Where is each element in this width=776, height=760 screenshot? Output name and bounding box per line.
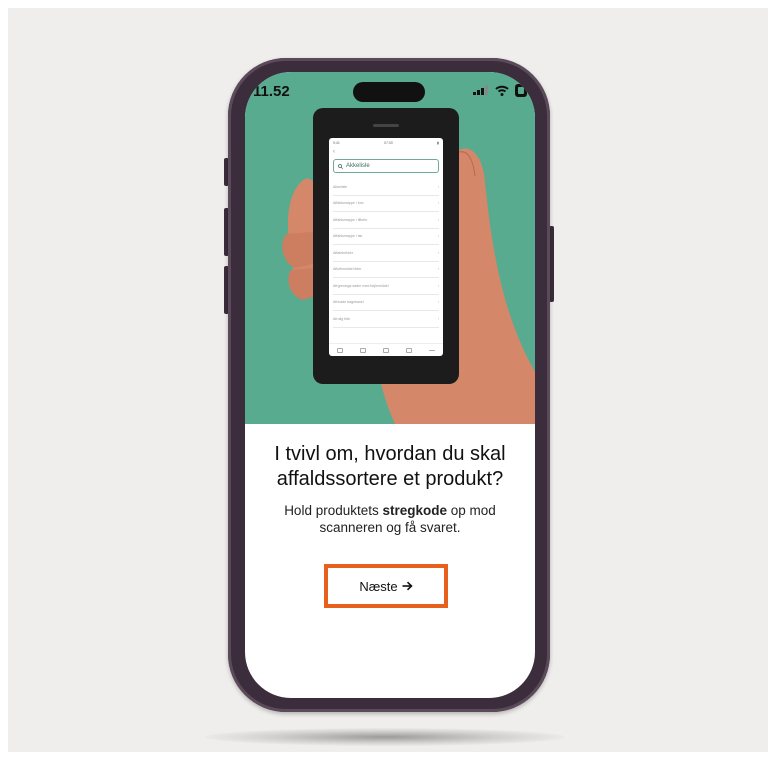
- next-button-label: Næste: [359, 578, 398, 594]
- mini-list-item: Afrivade bagekavel ›: [333, 295, 439, 311]
- mini-tab-bar: [329, 343, 443, 356]
- mini-status-bar: 9:41 07:00 ▮: [329, 138, 443, 147]
- mini-battery-icon: ▮: [437, 141, 439, 145]
- phone-shadow: [205, 728, 565, 746]
- mini-tab-scan-icon: [382, 347, 389, 353]
- mini-status-center: 07:00: [384, 141, 393, 145]
- onboarding-content: I tvivl om, hvordan du skal affaldssorte…: [245, 424, 535, 608]
- mini-tab-home-icon: [337, 347, 344, 353]
- cellular-signal-icon: [473, 85, 488, 95]
- dynamic-island: [353, 82, 425, 102]
- mini-back-chevron-icon: ‹: [333, 149, 335, 155]
- mini-chevron-icon: ›: [437, 201, 439, 206]
- onboarding-headline: I tvivl om, hvordan du skal affaldssorte…: [274, 443, 506, 490]
- next-button[interactable]: Næste: [324, 564, 448, 608]
- mini-tab-more-icon: [428, 349, 435, 351]
- status-icons: [473, 83, 527, 97]
- mini-list-item: Affaldsmappe i box ›: [333, 196, 439, 212]
- mini-tab-search-icon: [360, 347, 367, 353]
- mini-search-text: Akkelisle: [346, 163, 370, 169]
- mini-chevron-icon: ›: [437, 250, 439, 255]
- mini-list-item: Affaldsmappe i tilbehr ›: [333, 212, 439, 229]
- barcode-emphasis: stregkode: [382, 503, 448, 518]
- illustration-hero: 11.52 9:41 07:00 ▮ ‹ Akkelisle Akkelisle…: [245, 72, 535, 424]
- mini-chevron-icon: ›: [437, 184, 439, 189]
- phone-screen: 11.52 9:41 07:00 ▮ ‹ Akkelisle Akkelisle…: [245, 72, 535, 698]
- mini-chevron-icon: ›: [437, 300, 439, 305]
- status-bar: 11.52: [245, 72, 535, 112]
- mini-list-item: Akkelisle ›: [333, 179, 439, 196]
- mini-search-field: Akkelisle: [333, 159, 439, 173]
- mini-chevron-icon: ›: [437, 283, 439, 288]
- mini-chevron-icon: ›: [437, 316, 439, 321]
- mini-list-item: Affaldsmappe i tsk ›: [333, 229, 439, 245]
- arrow-right-icon: [402, 581, 413, 591]
- battery-icon: [515, 84, 527, 97]
- mini-list-item: Aftalebrikker ›: [333, 245, 439, 262]
- mini-list-item: Afrulig tide ›: [333, 311, 439, 328]
- mini-chevron-icon: ›: [437, 217, 439, 222]
- illustrated-phone-speaker: [373, 124, 399, 127]
- wifi-icon: [495, 85, 509, 96]
- illustrated-phone-screen: 9:41 07:00 ▮ ‹ Akkelisle Akkelisle › Affa…: [329, 138, 443, 356]
- status-time: 11.52: [253, 83, 290, 100]
- mini-tab-map-icon: [405, 347, 412, 353]
- mini-list-item: Afrgrenings sader med bejlemiddel ›: [333, 278, 439, 295]
- mini-search-icon: [338, 163, 343, 169]
- mini-chevron-icon: ›: [437, 234, 439, 239]
- illustrated-phone: 9:41 07:00 ▮ ‹ Akkelisle Akkelisle › Affa…: [313, 108, 459, 384]
- onboarding-description: Hold produktets stregkode op mod scanner…: [284, 503, 496, 535]
- mini-chevron-icon: ›: [437, 267, 439, 272]
- mini-result-list: Akkelisle › Affaldsmappe i box › Affaldsma…: [329, 179, 443, 328]
- mini-list-item: Afluffsmiddel tider ›: [333, 262, 439, 278]
